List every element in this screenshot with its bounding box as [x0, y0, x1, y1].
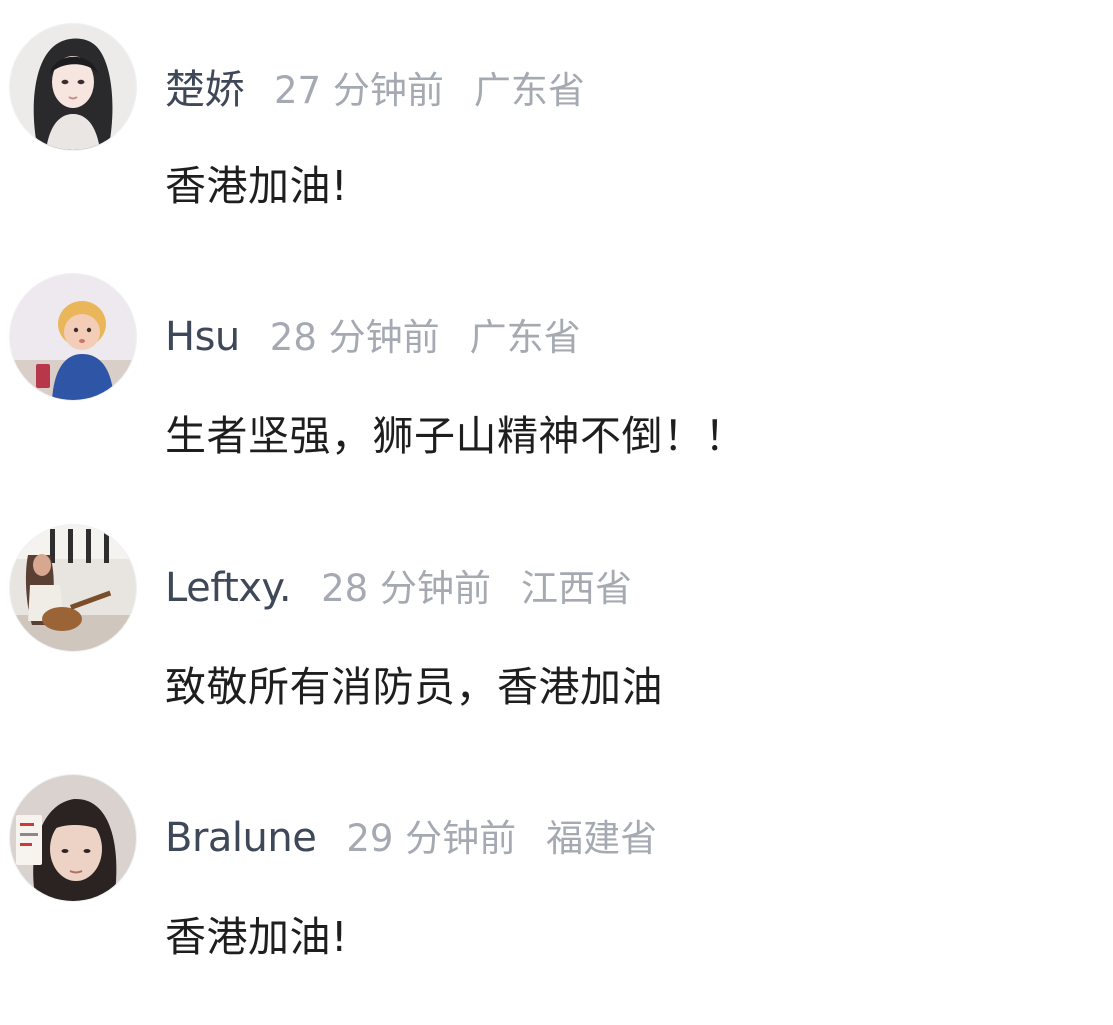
username[interactable]: Bralune	[165, 815, 317, 861]
comment-time: 28 分钟前	[321, 567, 491, 610]
comment-location: 福建省	[546, 817, 658, 860]
username[interactable]: Leftxy.	[165, 565, 292, 611]
comment-location: 江西省	[520, 567, 632, 610]
comment-time: 27 分钟前	[274, 69, 444, 112]
avatar-image	[10, 525, 136, 651]
comment-meta: Hsu 28 分钟前 广东省	[165, 307, 581, 363]
comment-text: 香港加油!	[165, 162, 348, 210]
username[interactable]: 楚娇	[165, 57, 245, 115]
woman-selfie-avatar[interactable]	[10, 775, 136, 901]
username[interactable]: Hsu	[165, 314, 240, 360]
avatar-image	[10, 24, 136, 150]
comment-location: 广东省	[473, 69, 585, 112]
avatar-image	[10, 274, 136, 400]
comment-item: Leftxy. 28 分钟前 江西省 致敬所有消防员，香港加油	[0, 525, 1113, 775]
comment-list: 楚娇 27 分钟前 广东省 香港加油! Hsu 28 分钟前 广东省 生者坚强，…	[0, 0, 1113, 992]
comment-item: 楚娇 27 分钟前 广东省 香港加油!	[0, 24, 1113, 274]
guitar-player-avatar[interactable]	[10, 525, 136, 651]
comment-meta: 楚娇 27 分钟前 广东省	[165, 57, 585, 113]
comment-meta: Bralune 29 分钟前 福建省	[165, 808, 657, 864]
comment-text: 致敬所有消防员，香港加油	[165, 663, 663, 711]
toddler-photo-avatar[interactable]	[10, 274, 136, 400]
comment-time: 29 分钟前	[346, 817, 517, 860]
comment-text: 香港加油!	[165, 913, 348, 961]
comment-text: 生者坚强，狮子山精神不倒！！	[165, 412, 746, 460]
comment-time: 28 分钟前	[269, 316, 440, 359]
girl-portrait-avatar[interactable]	[10, 24, 136, 150]
avatar-image	[10, 775, 136, 901]
comment-meta: Leftxy. 28 分钟前 江西省	[165, 558, 632, 614]
comment-location: 广东省	[469, 316, 581, 359]
comment-item: Bralune 29 分钟前 福建省 香港加油!	[0, 775, 1113, 1025]
comment-item: Hsu 28 分钟前 广东省 生者坚强，狮子山精神不倒！！	[0, 274, 1113, 524]
